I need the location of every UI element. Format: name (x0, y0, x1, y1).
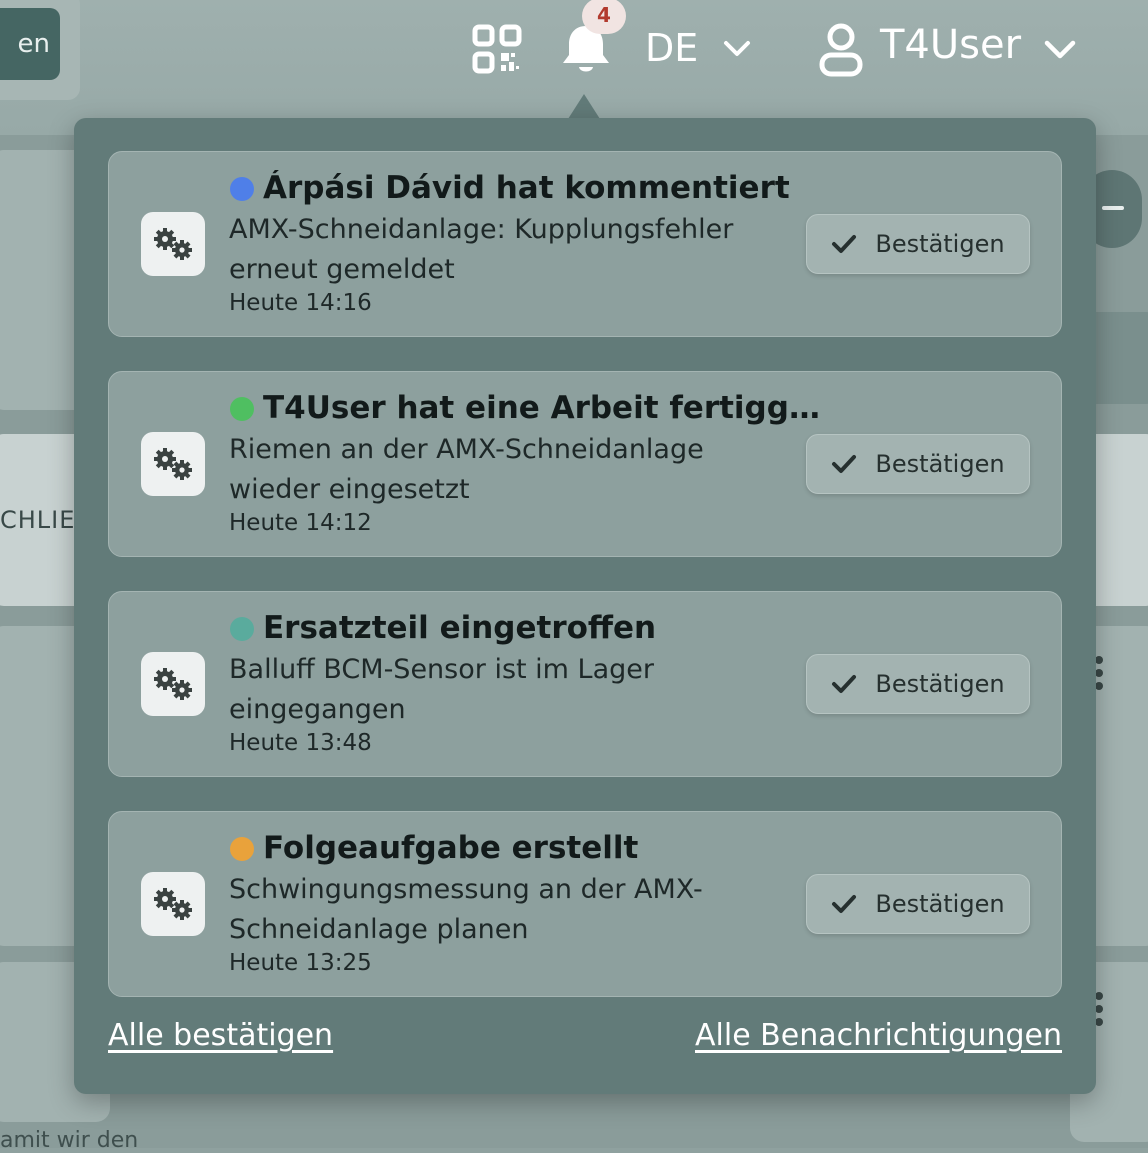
status-dot (230, 617, 254, 641)
gears-icon (141, 212, 205, 276)
chevron-down-icon[interactable] (1042, 32, 1078, 68)
all-notifications-link[interactable]: Alle Benachrichtigungen (695, 1018, 1062, 1053)
confirm-button-label: Bestätigen (875, 450, 1005, 478)
notification-time: Heute 13:48 (229, 730, 372, 756)
gears-icon (141, 652, 205, 716)
user-icon[interactable] (818, 22, 864, 78)
confirm-button[interactable]: Bestätigen (806, 874, 1030, 934)
background-primary-button[interactable]: en (0, 8, 60, 80)
notification-time: Heute 13:25 (229, 950, 372, 976)
panel-pointer (568, 94, 600, 119)
check-icon (832, 455, 857, 473)
status-dot (230, 177, 254, 201)
more-options-icon[interactable] (1095, 992, 1103, 1031)
notification-time: Heute 14:16 (229, 290, 372, 316)
notification-message: Balluff BCM-Sensor ist im Lager eingegan… (229, 654, 654, 725)
confirm-button-label: Bestätigen (875, 890, 1005, 918)
notification-time: Heute 14:12 (229, 510, 372, 536)
check-icon (832, 675, 857, 693)
notification-title: Árpási Dávid hat kommentiert (263, 170, 790, 206)
check-icon (832, 235, 857, 253)
more-options-icon[interactable] (1095, 656, 1103, 695)
check-icon (832, 895, 857, 913)
confirm-button-label: Bestätigen (875, 670, 1005, 698)
notification-item: Ersatzteil eingetroffen Balluff BCM-Sens… (108, 591, 1062, 777)
status-dot (230, 397, 254, 421)
confirm-button[interactable]: Bestätigen (806, 654, 1030, 714)
notification-item: Árpási Dávid hat kommentiert AMX-Schneid… (108, 151, 1062, 337)
notification-item: Folgeaufgabe erstellt Schwingungsmessung… (108, 811, 1062, 997)
notification-item: T4User hat eine Arbeit fertigg... Riemen… (108, 371, 1062, 557)
confirm-button[interactable]: Bestätigen (806, 434, 1030, 494)
gears-icon (141, 872, 205, 936)
notification-title: Ersatzteil eingetroffen (263, 610, 657, 646)
notification-message: AMX-Schneidanlage: Kupplungsfehler erneu… (229, 214, 734, 285)
confirm-button[interactable]: Bestätigen (806, 214, 1030, 274)
notification-title: T4User hat eine Arbeit fertigg... (263, 390, 823, 426)
background-text: amit wir den (0, 1128, 139, 1153)
gears-icon (141, 432, 205, 496)
qr-code-icon[interactable] (472, 24, 522, 74)
notification-message: Riemen an der AMX-Schneidanlage wieder e… (229, 434, 704, 505)
notification-title: Folgeaufgabe erstellt (263, 830, 639, 866)
confirm-button-label: Bestätigen (875, 230, 1005, 258)
background-label: CHLIE (0, 506, 76, 534)
notification-count-badge: 4 (582, 0, 626, 34)
confirm-all-link[interactable]: Alle bestätigen (108, 1018, 333, 1053)
chevron-down-icon[interactable] (722, 34, 752, 64)
user-menu-name[interactable]: T4User (880, 22, 1021, 68)
notification-message: Schwingungsmessung an der AMX-Schneidanl… (229, 874, 703, 945)
status-dot (230, 837, 254, 861)
language-selector[interactable]: DE (645, 26, 698, 70)
